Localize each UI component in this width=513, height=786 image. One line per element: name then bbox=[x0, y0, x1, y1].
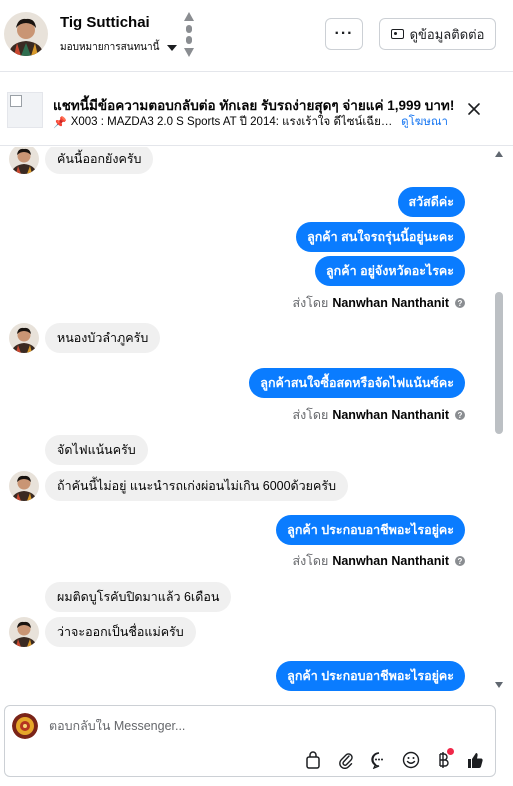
contact-avatar-image bbox=[4, 12, 48, 56]
sent-by-label: ส่งโดย Nanwhan Nanthanit ? bbox=[292, 293, 465, 313]
sender-name: Nanwhan Nanthanit bbox=[332, 554, 449, 568]
notification-dot bbox=[447, 748, 454, 755]
incoming-message[interactable]: ว่าจะออกเป็นชื่อแม่ครับ bbox=[45, 617, 196, 647]
contact-name[interactable]: Tig Suttichai bbox=[60, 14, 150, 31]
nav-dot-icon bbox=[186, 25, 192, 33]
nav-dot-icon bbox=[186, 36, 192, 44]
bag-icon[interactable] bbox=[303, 750, 323, 770]
message-thread: คันนี้ออกยังครับ สวัสดีค่ะ ลูกค้า สนใจรถ… bbox=[0, 147, 513, 692]
assign-conversation-label: มอบหมายการสนทนานี้ bbox=[60, 42, 160, 53]
help-icon[interactable]: ? bbox=[455, 298, 465, 308]
chevron-down-icon bbox=[167, 44, 178, 51]
outgoing-message[interactable]: ลูกค้า ประกอบอาชีพอะไรอยู่คะ bbox=[276, 661, 465, 691]
contact-avatar[interactable] bbox=[4, 12, 48, 56]
incoming-message[interactable]: คันนี้ออกยังครับ bbox=[45, 147, 154, 174]
contact-avatar-small bbox=[9, 471, 39, 501]
scrollbar-thumb[interactable] bbox=[495, 292, 503, 434]
incoming-message[interactable]: จัดไฟแน้นครับ bbox=[45, 435, 148, 465]
saved-reply-icon[interactable] bbox=[369, 750, 389, 770]
incoming-message[interactable]: ผมติดบูโรคับปิดมาแล้ว 6เดือน bbox=[45, 582, 232, 612]
outgoing-message[interactable]: ลูกค้า สนใจรถรุ่นนี้อยู่นะคะ bbox=[296, 222, 465, 252]
sender-name: Nanwhan Nanthanit bbox=[332, 296, 449, 310]
conversation-header: Tig Suttichai มอบหมายการสนทนานี้ ··· ดูข… bbox=[0, 0, 513, 72]
ad-thumbnail[interactable] bbox=[7, 92, 43, 128]
close-icon[interactable] bbox=[466, 101, 482, 117]
view-ad-link[interactable]: ดูโฆษณา bbox=[401, 113, 448, 131]
ad-banner: แชทนี้มีข้อความตอบกลับต่อ ทักเลย รับรถง่… bbox=[0, 73, 513, 146]
contact-avatar-small bbox=[9, 323, 39, 353]
scroll-down-icon[interactable] bbox=[495, 682, 503, 688]
view-contact-info-button[interactable]: ดูข้อมูลติดต่อ bbox=[379, 18, 496, 50]
incoming-message[interactable]: หนองบัวลำภูครับ bbox=[45, 323, 161, 353]
outgoing-message[interactable]: ลูกค้า อยู่จังหวัดอะไรคะ bbox=[314, 256, 465, 286]
outgoing-message[interactable]: สวัสดีค่ะ bbox=[397, 187, 465, 217]
reply-input[interactable] bbox=[49, 719, 349, 733]
outgoing-message[interactable]: ลูกค้าสนใจซื้อสดหรือจัดไฟแน้นซ์คะ bbox=[249, 368, 465, 398]
sent-by-label: ส่งโดย Nanwhan Nanthanit ? bbox=[292, 551, 465, 571]
contact-avatar-small bbox=[9, 617, 39, 647]
thumbs-up-icon[interactable] bbox=[465, 750, 485, 770]
previous-conversation-icon[interactable] bbox=[184, 12, 194, 21]
message-composer bbox=[4, 705, 496, 777]
page-avatar bbox=[12, 713, 38, 739]
pin-icon: 📌 bbox=[53, 116, 67, 129]
help-icon[interactable]: ? bbox=[455, 556, 465, 566]
ad-description: X003 : MAZDA3 2.0 S Sports AT ปี 2014: แ… bbox=[70, 116, 398, 128]
scroll-up-icon[interactable] bbox=[495, 151, 503, 157]
incoming-message[interactable]: ถ้าคันนี้ไม่อยู่ แนะนำรถเก่งผ่อนไม่เกิน … bbox=[45, 471, 349, 501]
ad-subtitle: 📌 X003 : MAZDA3 2.0 S Sports AT ปี 2014:… bbox=[53, 113, 448, 131]
baht-icon[interactable] bbox=[433, 748, 454, 770]
sender-name: Nanwhan Nanthanit bbox=[332, 408, 449, 422]
assign-conversation-dropdown[interactable]: มอบหมายการสนทนานี้ bbox=[60, 40, 178, 55]
outgoing-message[interactable]: ลูกค้า ประกอบอาชีพอะไรอยู่คะ bbox=[276, 515, 465, 545]
contact-card-icon bbox=[390, 29, 404, 39]
more-options-button[interactable]: ··· bbox=[325, 18, 363, 50]
sent-by-prefix: ส่งโดย bbox=[292, 408, 329, 422]
next-conversation-icon[interactable] bbox=[184, 48, 194, 57]
view-contact-info-label: ดูข้อมูลติดต่อ bbox=[409, 26, 485, 42]
page-logo-icon bbox=[12, 713, 38, 739]
paperclip-icon[interactable] bbox=[336, 750, 356, 770]
help-icon[interactable]: ? bbox=[455, 410, 465, 420]
conversation-nav-arrows bbox=[183, 12, 195, 58]
emoji-icon[interactable] bbox=[401, 750, 421, 770]
contact-avatar-small bbox=[9, 147, 39, 174]
thread-scrollbar[interactable] bbox=[493, 147, 505, 692]
sent-by-label: ส่งโดย Nanwhan Nanthanit ? bbox=[292, 405, 465, 425]
sent-by-prefix: ส่งโดย bbox=[292, 554, 329, 568]
sent-by-prefix: ส่งโดย bbox=[292, 296, 329, 310]
